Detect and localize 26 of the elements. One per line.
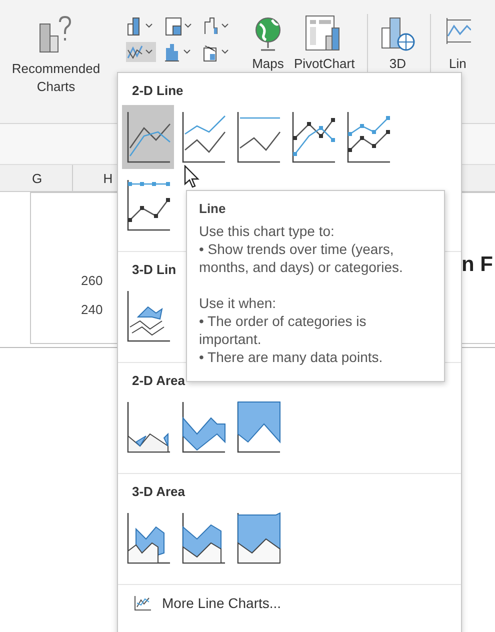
tooltip-text: • The order of categories is important. bbox=[199, 312, 368, 348]
chart-title: n F bbox=[462, 253, 493, 277]
axis-label: 240 bbox=[81, 302, 103, 317]
section-heading: 3-D Area bbox=[131, 483, 185, 501]
tooltip-text: Use it when: bbox=[199, 294, 278, 312]
recommended-charts-button[interactable]: Recommended Charts bbox=[6, 60, 106, 96]
more-line-charts-link[interactable]: More Line Charts... bbox=[162, 595, 282, 611]
maps-button[interactable]: Maps bbox=[252, 56, 284, 71]
tooltip-text: Use this chart type to: bbox=[199, 222, 336, 240]
map3d-button[interactable]: 3D bbox=[389, 56, 406, 71]
section-heading: 2-D Line bbox=[131, 82, 184, 100]
pivot-button[interactable]: PivotChart bbox=[294, 56, 355, 71]
section-heading: 3-D Lin bbox=[131, 261, 176, 279]
hierarchy-chart-icon[interactable] bbox=[164, 16, 194, 36]
tooltip-text: • Show trends over time (years, months, and days) or categories. bbox=[199, 240, 404, 276]
axis-label: 260 bbox=[81, 273, 103, 288]
tooltip-text: • There are many data points. bbox=[199, 348, 384, 366]
line-chart-icon[interactable] bbox=[126, 42, 156, 62]
chart-type-option[interactable] bbox=[122, 105, 174, 169]
sparkline-button[interactable]: Lin bbox=[449, 56, 466, 71]
column-header[interactable]: G bbox=[2, 165, 73, 191]
mouse-pointer-icon bbox=[184, 165, 200, 189]
line-chart-icon bbox=[134, 595, 152, 611]
section-heading: 2-D Area bbox=[131, 372, 185, 390]
recommended-charts-icon[interactable] bbox=[38, 14, 74, 54]
tooltip-title: Line bbox=[199, 201, 227, 216]
